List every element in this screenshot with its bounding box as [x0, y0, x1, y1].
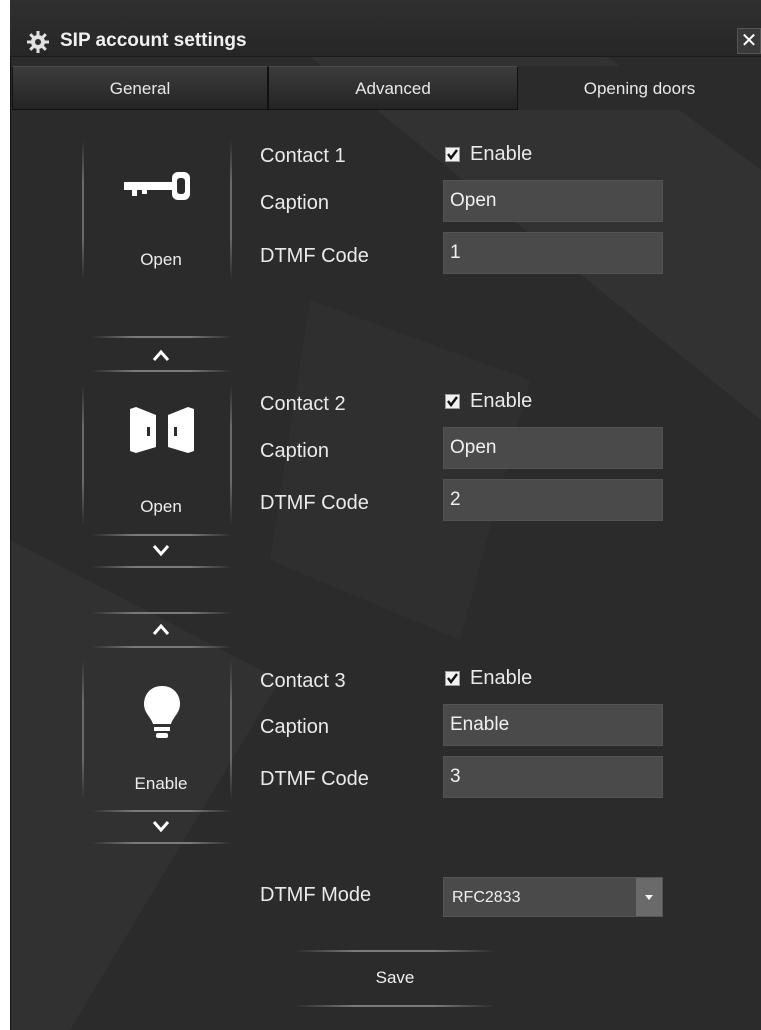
divider: [92, 810, 232, 812]
save-button[interactable]: Save: [295, 955, 495, 1001]
contact-1-title: Contact 1: [260, 145, 346, 167]
contact-3-caption-label: Caption: [260, 716, 329, 738]
contact-2-enable-checkbox[interactable]: [445, 394, 460, 409]
contact-3-move-down-icon[interactable]: [82, 816, 240, 836]
contact-3-card-label: Enable: [134, 774, 188, 793]
contact-2-caption-label: Caption: [260, 440, 329, 462]
contact-1-caption-label: Caption: [260, 192, 329, 214]
contact-3-dtmf-input[interactable]: [443, 756, 663, 798]
dtmf-mode-select[interactable]: RFC2833: [443, 877, 663, 917]
checkmark-icon: [447, 396, 458, 407]
sip-settings-window: SIP account settings ✕ General Advanced …: [10, 0, 761, 1030]
close-button[interactable]: ✕: [737, 28, 761, 54]
divider: [92, 566, 232, 568]
gear-icon: [27, 31, 49, 53]
contact-3-title: Contact 3: [260, 670, 346, 692]
contact-2-card[interactable]: Open: [82, 385, 240, 525]
contact-1-dtmf-label: DTMF Code: [260, 245, 369, 267]
contact-2-enable-label[interactable]: Enable: [470, 390, 532, 413]
key-icon: [124, 172, 190, 200]
contact-1-card[interactable]: Open: [82, 140, 240, 280]
divider: [295, 950, 495, 952]
contact-3-card[interactable]: Enable: [82, 660, 240, 800]
divider: [92, 842, 232, 844]
contact-1-enable-label[interactable]: Enable: [470, 143, 532, 166]
contact-3-dtmf-label: DTMF Code: [260, 768, 369, 790]
contact-1-enable-checkbox[interactable]: [445, 147, 460, 162]
divider: [92, 646, 232, 648]
contact-2-move-up-icon[interactable]: [82, 346, 240, 366]
contact-2-move-down-icon[interactable]: [82, 540, 240, 560]
divider: [92, 336, 232, 338]
contact-2-dtmf-input[interactable]: [443, 479, 663, 521]
lightbulb-icon: [144, 686, 180, 738]
contact-1-caption-input[interactable]: [443, 180, 663, 222]
divider: [92, 370, 232, 372]
tab-general[interactable]: General: [12, 66, 268, 110]
contact-3-enable-label[interactable]: Enable: [470, 667, 532, 690]
chevron-down-icon: [645, 895, 653, 900]
dropdown-button[interactable]: [636, 878, 662, 916]
contact-3-move-up-icon[interactable]: [82, 620, 240, 640]
tab-advanced[interactable]: Advanced: [268, 66, 518, 110]
contact-2-title: Contact 2: [260, 393, 346, 415]
checkmark-icon: [447, 673, 458, 684]
contact-3-caption-input[interactable]: [443, 704, 663, 746]
divider: [295, 1005, 495, 1007]
dtmf-mode-label: DTMF Mode: [260, 884, 372, 906]
divider: [92, 534, 232, 536]
contact-1-card-label: Open: [140, 250, 182, 269]
dtmf-mode-value: RFC2833: [452, 889, 521, 906]
contact-2-caption-input[interactable]: [443, 427, 663, 469]
checkmark-icon: [447, 149, 458, 160]
contact-2-dtmf-label: DTMF Code: [260, 492, 369, 514]
contact-3-enable-checkbox[interactable]: [445, 671, 460, 686]
divider: [92, 612, 232, 614]
title-bar: SIP account settings ✕: [10, 0, 761, 57]
contact-2-card-label: Open: [140, 497, 182, 516]
contact-1-dtmf-input[interactable]: [443, 232, 663, 274]
window-title: SIP account settings: [60, 30, 247, 51]
door-icon: [130, 407, 194, 453]
tab-opening-doors[interactable]: Opening doors: [518, 66, 761, 110]
tab-bar: General Advanced Opening doors: [12, 66, 761, 112]
